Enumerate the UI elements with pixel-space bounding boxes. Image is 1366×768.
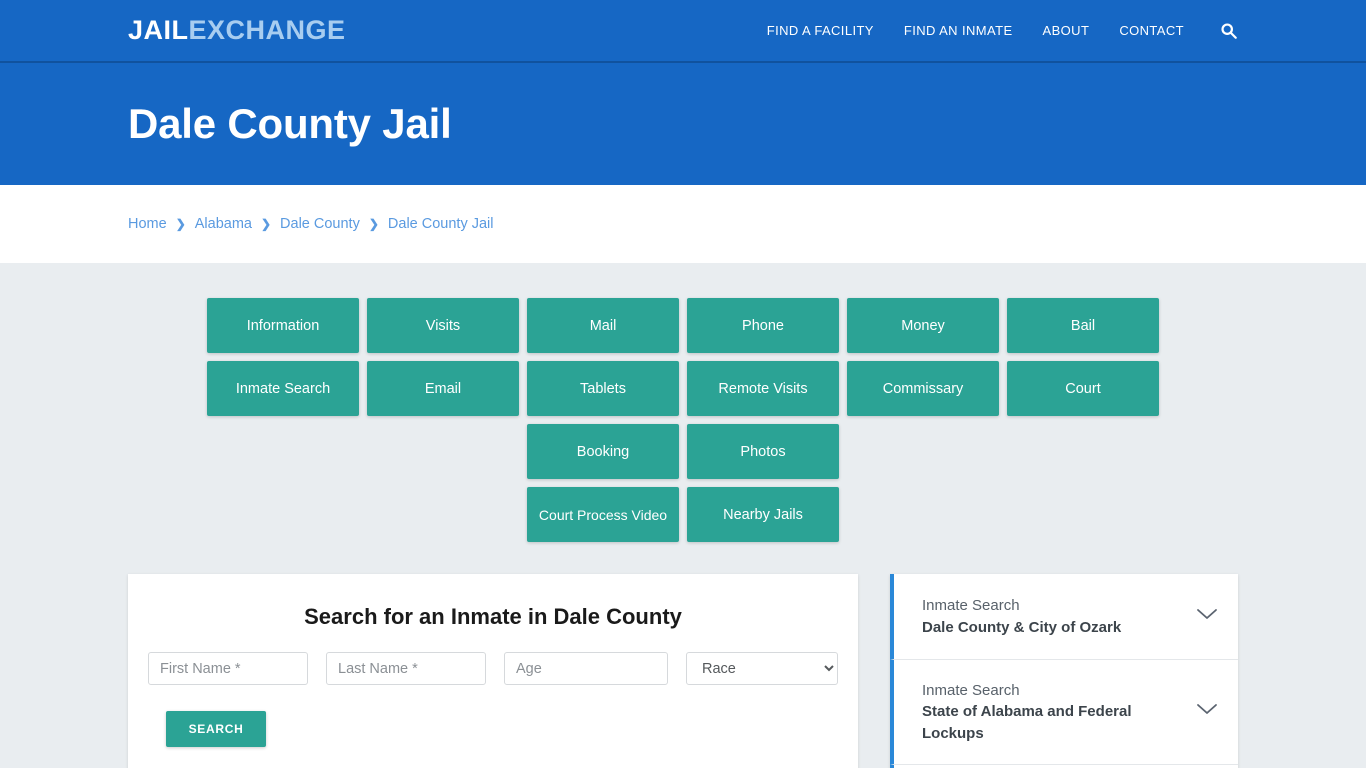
last-name-input[interactable]: [326, 652, 486, 685]
facility-section-buttons-row-3: Court Process Video Nearby Jails: [133, 487, 1233, 542]
nav-item-find-an-inmate[interactable]: FIND AN INMATE: [904, 23, 1013, 38]
age-input[interactable]: [504, 652, 668, 685]
section-button-visits[interactable]: Visits: [367, 298, 519, 353]
accordion-item-text: Inmate Search State of Alabama and Feder…: [922, 680, 1184, 744]
nav-item-about[interactable]: ABOUT: [1043, 23, 1090, 38]
search-submit-button[interactable]: SEARCH: [166, 711, 266, 747]
logo-text-primary: JAIL: [128, 15, 189, 45]
accordion-item-line2: State of Alabama and Federal Lockups: [922, 703, 1132, 742]
main-navigation: FIND A FACILITY FIND AN INMATE ABOUT CON…: [767, 21, 1238, 41]
right-column: Inmate Search Dale County & City of Ozar…: [890, 574, 1238, 768]
section-button-bail[interactable]: Bail: [1007, 298, 1159, 353]
chevron-down-icon[interactable]: [1196, 607, 1218, 626]
breadcrumb-item-home[interactable]: Home: [128, 216, 167, 232]
accordion-item-line2: Dale County & City of Ozark: [922, 618, 1122, 636]
chevron-right-icon: ❯: [260, 217, 272, 231]
left-column: Search for an Inmate in Dale County Race…: [128, 574, 858, 768]
page-title: Dale County Jail: [128, 100, 452, 147]
inmate-search-heading: Search for an Inmate in Dale County: [304, 604, 682, 629]
content-columns: Search for an Inmate in Dale County Race…: [128, 574, 1238, 768]
breadcrumb-item-alabama[interactable]: Alabama: [195, 216, 252, 232]
logo-text-secondary: EXCHANGE: [188, 15, 346, 45]
section-button-money[interactable]: Money: [847, 298, 999, 353]
section-button-remote-visits[interactable]: Remote Visits: [687, 361, 839, 416]
site-header: JAILEXCHANGE FIND A FACILITY FIND AN INM…: [0, 0, 1366, 63]
inmate-search-card: Search for an Inmate in Dale County Race…: [128, 574, 858, 768]
breadcrumb-item-current: Dale County Jail: [387, 216, 494, 232]
nav-item-contact[interactable]: CONTACT: [1119, 23, 1184, 38]
search-icon[interactable]: [1218, 21, 1238, 41]
section-button-commissary[interactable]: Commissary: [847, 361, 999, 416]
section-button-booking[interactable]: Booking: [527, 424, 679, 479]
section-button-email[interactable]: Email: [367, 361, 519, 416]
breadcrumb-bar: Home ❯ Alabama ❯ Dale County ❯ Dale Coun…: [0, 185, 1366, 263]
section-button-court[interactable]: Court: [1007, 361, 1159, 416]
nav-item-find-a-facility[interactable]: FIND A FACILITY: [767, 23, 874, 38]
race-select[interactable]: Race: [686, 652, 838, 685]
inmate-search-form: Race: [148, 652, 838, 685]
site-logo[interactable]: JAILEXCHANGE: [128, 17, 346, 44]
section-button-inmate-search[interactable]: Inmate Search: [207, 361, 359, 416]
section-button-mail[interactable]: Mail: [527, 298, 679, 353]
section-button-tablets[interactable]: Tablets: [527, 361, 679, 416]
section-button-nearby-jails[interactable]: Nearby Jails: [687, 487, 839, 542]
breadcrumb: Home ❯ Alabama ❯ Dale County ❯ Dale Coun…: [128, 216, 493, 232]
chevron-right-icon: ❯: [368, 217, 379, 231]
chevron-right-icon: ❯: [175, 217, 186, 231]
breadcrumb-item-dale-county[interactable]: Dale County: [280, 216, 360, 232]
accordion-item-inmate-search-state[interactable]: Inmate Search State of Alabama and Feder…: [890, 660, 1238, 765]
section-button-information[interactable]: Information: [207, 298, 359, 353]
chevron-down-icon[interactable]: [1196, 702, 1218, 721]
sidebar-accordion: Inmate Search Dale County & City of Ozar…: [890, 574, 1238, 768]
section-button-photos[interactable]: Photos: [687, 424, 839, 479]
section-button-court-process-video[interactable]: Court Process Video: [527, 487, 679, 542]
accordion-item-text: Inmate Search Dale County & City of Ozar…: [922, 595, 1121, 638]
accordion-item-line1: Inmate Search: [922, 682, 1020, 699]
accordion-item-line1: Inmate Search: [922, 597, 1020, 615]
facility-section-buttons: Information Visits Mail Phone Money Bail…: [133, 298, 1233, 479]
page-banner: Dale County Jail: [0, 63, 1366, 185]
first-name-input[interactable]: [148, 652, 308, 685]
page-body: Information Visits Mail Phone Money Bail…: [0, 263, 1366, 768]
section-button-phone[interactable]: Phone: [687, 298, 839, 353]
accordion-item-inmate-search-county[interactable]: Inmate Search Dale County & City of Ozar…: [890, 574, 1238, 660]
